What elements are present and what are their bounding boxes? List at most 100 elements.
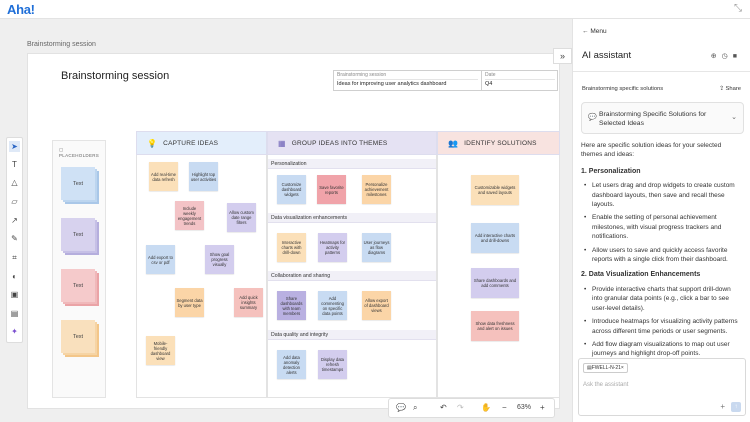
sticky-note[interactable]: User journeys as flow diagrams: [362, 233, 391, 262]
frame-icon: ▢: [59, 147, 64, 152]
solutions-column[interactable]: Customizable widgets and saved layouts A…: [437, 155, 560, 398]
capture-column[interactable]: Add real-time data refresh Highlight top…: [136, 155, 267, 398]
aha-logo[interactable]: Aha!: [7, 2, 35, 17]
drawing-toolbar: ➤ T △ ▱ ↗ ✎ ⌗ ◐ ▣ ▤ ✦: [6, 137, 23, 343]
panel-actions: ⊕◷■: [711, 52, 742, 60]
lightbulb-icon: 💡: [147, 138, 158, 148]
sticky-note[interactable]: Show goal progress visually: [205, 245, 234, 274]
text-tool-icon[interactable]: T: [9, 159, 20, 170]
sticky-note[interactable]: Highlight top user activities: [189, 162, 218, 191]
collapse-arrows-icon[interactable]: ⤡: [734, 3, 742, 14]
board-frame[interactable]: Brainstorming session Brainstorming sess…: [27, 53, 560, 409]
placeholder-stack[interactable]: Text: [61, 167, 99, 204]
redo-icon[interactable]: ↷: [457, 403, 464, 412]
meta-value: Ideas for improving user analytics dashb…: [337, 79, 478, 89]
line-tool-icon[interactable]: ↗: [9, 215, 20, 226]
sticky-note[interactable]: Add export to csv or pdf: [146, 245, 175, 274]
chat-title: Brainstorming specific solutions: [582, 86, 664, 92]
hand-pan-icon[interactable]: ✋: [481, 403, 491, 412]
shapes-icon[interactable]: △: [9, 177, 20, 188]
sticky-note[interactable]: Share dashboards with team members: [277, 291, 306, 320]
sticky-note[interactable]: Add commenting on specific data points: [318, 291, 347, 320]
whiteboard-canvas[interactable]: Brainstorming session Brainstorming sess…: [0, 19, 572, 422]
sticky-note[interactable]: Customizable widgets and saved layouts: [471, 175, 519, 205]
ai-wand-icon[interactable]: ✦: [9, 326, 20, 337]
layers-icon: ▦: [278, 138, 286, 148]
placeholder-stack[interactable]: Text: [61, 269, 99, 306]
list-item: Enable the setting of personal achieveme…: [581, 213, 741, 241]
response-intro: Here are specific solution ideas for you…: [581, 142, 722, 159]
zoom-out-button[interactable]: −: [502, 403, 507, 412]
sticky-note[interactable]: Allow custom date range filters: [227, 203, 256, 232]
sticky-note[interactable]: Add data anomaly detection alerts: [277, 350, 306, 379]
sticky-note-icon[interactable]: ▱: [9, 196, 20, 207]
stop-icon[interactable]: ■: [733, 53, 742, 60]
context-chip[interactable]: ▤ FWELL-N-21 ×: [583, 363, 628, 373]
palette-icon[interactable]: ◐: [9, 271, 20, 282]
share-button[interactable]: ⇪ Share: [719, 86, 741, 92]
list-item: Add flow diagram visualizations to map o…: [581, 340, 741, 359]
chat-bubble-icon: 💬: [588, 114, 597, 121]
column-header-themes[interactable]: ▦ GROUP IDEAS INTO THEMES: [267, 131, 437, 155]
list-item: Allow users to save and quickly access f…: [581, 246, 741, 265]
sticky-note[interactable]: Add real-time data refresh: [149, 162, 178, 191]
sticky-note[interactable]: Share dashboards and add comments: [471, 268, 519, 298]
prompt-text: Brainstorming Specific Solutions for Sel…: [599, 111, 707, 127]
select-cursor-icon[interactable]: ➤: [9, 141, 20, 152]
placeholder-text: Text: [72, 231, 84, 238]
zoom-level[interactable]: 63%: [517, 404, 531, 411]
placeholder-stack[interactable]: Text: [61, 320, 99, 357]
sticky-note[interactable]: Save favorite reports: [317, 175, 346, 204]
placeholder-text: Text: [72, 333, 84, 340]
chevron-down-icon[interactable]: ⌄: [731, 113, 737, 121]
theme-title: Data quality and integrity: [268, 330, 436, 340]
section-heading: 2. Data Visualization Enhancements: [581, 271, 701, 279]
undo-icon[interactable]: ↶: [440, 403, 447, 412]
send-button[interactable]: ↑: [731, 402, 741, 412]
history-icon[interactable]: ◷: [722, 53, 733, 60]
sticky-note[interactable]: Allow export of dashboard views: [362, 291, 391, 320]
sticky-note[interactable]: Mobile-friendly dashboard view: [146, 336, 175, 365]
pen-tool-icon[interactable]: ✎: [9, 233, 20, 244]
meta-value: Q4: [485, 79, 555, 89]
zoom-in-button[interactable]: +: [540, 403, 545, 412]
add-attachment-icon[interactable]: +: [720, 402, 725, 411]
table-icon[interactable]: ▤: [9, 308, 20, 319]
sticky-note[interactable]: Display data refresh timestamps: [318, 350, 347, 379]
search-icon[interactable]: ⌕: [413, 403, 417, 413]
frame-tool-icon[interactable]: ⌗: [9, 252, 20, 263]
comment-icon[interactable]: 💬: [396, 403, 406, 412]
ai-assistant-panel: ← Menu AI assistant ⊕◷■ Brainstorming sp…: [572, 19, 750, 422]
collapse-panel-button[interactable]: »: [553, 48, 572, 64]
sticky-note[interactable]: Customize dashboard widgets: [277, 175, 306, 204]
close-icon[interactable]: ×: [621, 365, 624, 371]
theme-title: Personalization: [268, 159, 436, 169]
sticky-note[interactable]: Segment data by user type: [175, 288, 204, 317]
placeholder-text: Text: [72, 282, 84, 289]
people-icon: 👥: [448, 138, 459, 148]
sticky-note[interactable]: Include weekly engagement trends: [175, 201, 204, 230]
sticky-note[interactable]: Add interactive charts and drill-downs: [471, 223, 519, 253]
meta-label: Date: [485, 72, 496, 78]
list-item: Let users drag and drop widgets to creat…: [581, 181, 741, 209]
column-header-solutions[interactable]: 👥 IDENTIFY SOLUTIONS: [437, 131, 560, 155]
panel-title: AI assistant: [582, 50, 632, 61]
placeholder-stack[interactable]: Text: [61, 218, 99, 255]
themes-column[interactable]: Personalization Customize dashboard widg…: [267, 155, 437, 398]
new-chat-icon[interactable]: ⊕: [711, 53, 722, 60]
prompt-card[interactable]: 💬 Brainstorming Specific Solutions for S…: [581, 102, 744, 134]
list-item: Provide interactive charts that support …: [581, 285, 741, 313]
sticky-note[interactable]: Interactive charts with drill-down: [277, 233, 306, 262]
sticky-note[interactable]: Add quick insights summary: [234, 288, 263, 317]
sticky-note[interactable]: Heatmaps for activity patterns: [318, 233, 347, 262]
sticky-note[interactable]: Personalize achievement milestones: [362, 175, 391, 204]
menu-back-link[interactable]: ← Menu: [582, 28, 607, 35]
board-title: Brainstorming session: [61, 70, 170, 82]
column-header-capture[interactable]: 💡 CAPTURE IDEAS: [136, 131, 267, 155]
chat-input-box[interactable]: ▤ FWELL-N-21 × Ask the assistant + ↑: [578, 358, 746, 416]
placeholders-panel: ▢ PLACEHOLDERS Text Text Text Text: [52, 140, 106, 398]
meta-label: Brainstorming session: [337, 72, 387, 78]
sticky-note[interactable]: Show data freshness and alert on issues: [471, 311, 519, 341]
image-icon[interactable]: ▣: [9, 289, 20, 300]
chat-input[interactable]: Ask the assistant: [583, 382, 628, 388]
